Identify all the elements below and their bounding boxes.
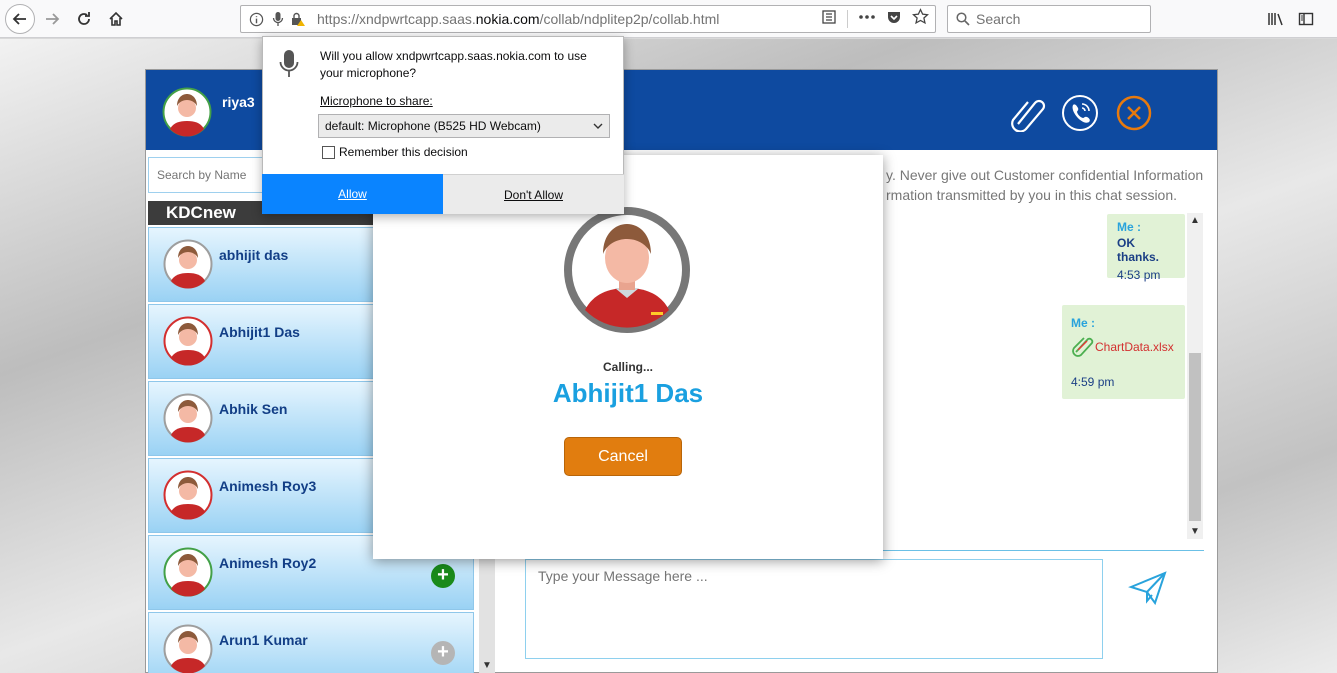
microphone-selected: default: Microphone (B525 HD Webcam) bbox=[325, 119, 541, 133]
callee-name: Abhijit1 Das bbox=[552, 378, 704, 408]
contact-avatar bbox=[163, 393, 213, 443]
audio-call-icon[interactable] bbox=[1061, 94, 1099, 132]
contact-avatar bbox=[163, 624, 213, 673]
contact-name: Animesh Roy2 bbox=[219, 555, 317, 571]
sidebar-toggle-icon[interactable] bbox=[1292, 5, 1320, 33]
message-input[interactable] bbox=[525, 559, 1103, 659]
message-sender: Me : bbox=[1117, 220, 1141, 234]
contact-avatar bbox=[163, 547, 213, 597]
contact-name: abhijit das bbox=[219, 247, 289, 263]
notice-line-2: rmation transmitted by you in this chat … bbox=[886, 187, 1178, 203]
contact-avatar bbox=[163, 239, 213, 289]
contact-name: Abhijit1 Das bbox=[219, 324, 300, 340]
add-contact-button[interactable]: + bbox=[431, 564, 455, 588]
chat-scroll-thumb[interactable] bbox=[1189, 353, 1201, 521]
url-text[interactable]: https://xndpwrtcapp.saas.nokia.com/colla… bbox=[317, 11, 719, 27]
browser-toolbar: https://xndpwrtcapp.saas.nokia.com/colla… bbox=[0, 0, 1337, 38]
remember-checkbox[interactable] bbox=[322, 145, 335, 159]
paperclip-icon bbox=[1071, 333, 1095, 360]
message-text: OK thanks. bbox=[1117, 236, 1160, 264]
permission-question: Will you allow xndpwrtcapp.saas.nokia.co… bbox=[320, 49, 587, 80]
contact-search-input[interactable] bbox=[148, 157, 268, 193]
contact-avatar bbox=[163, 316, 213, 366]
remember-decision[interactable]: Remember this decision bbox=[322, 145, 468, 159]
info-icon[interactable] bbox=[247, 10, 265, 28]
forward-icon[interactable] bbox=[38, 5, 66, 33]
notice-line-1: y. Never give out Customer confidential … bbox=[886, 167, 1204, 183]
search-placeholder: Search bbox=[976, 11, 1021, 27]
remember-label: Remember this decision bbox=[339, 145, 468, 159]
contact-avatar bbox=[163, 470, 213, 520]
contact-name: Animesh Roy3 bbox=[219, 478, 317, 494]
microphone-icon bbox=[279, 49, 299, 79]
back-icon[interactable] bbox=[5, 4, 35, 34]
bookmark-star-icon[interactable] bbox=[912, 8, 929, 30]
allow-button[interactable]: Allow bbox=[262, 174, 443, 214]
add-contact-button[interactable]: + bbox=[431, 641, 455, 665]
calling-dialog: Calling... Abhijit1 Das Cancel bbox=[373, 155, 883, 559]
scroll-up-icon[interactable]: ▲ bbox=[1190, 215, 1200, 226]
pocket-icon[interactable] bbox=[886, 9, 902, 30]
contact-item[interactable]: Arun1 Kumar + bbox=[148, 612, 474, 673]
attach-icon[interactable] bbox=[1008, 94, 1046, 133]
home-icon[interactable] bbox=[102, 5, 130, 33]
chat-scrollbar[interactable]: ▲ ▼ bbox=[1187, 213, 1203, 539]
chat-notice: y. Never give out Customer confidential … bbox=[886, 165, 1216, 205]
close-icon[interactable] bbox=[1115, 94, 1153, 132]
user-name: riya3 bbox=[222, 94, 255, 110]
user-avatar bbox=[162, 87, 212, 137]
reader-view-icon[interactable] bbox=[821, 9, 837, 30]
url-divider bbox=[847, 10, 848, 28]
search-bar[interactable]: Search bbox=[947, 5, 1151, 33]
message-bubble: Me : ChartData.xlsx 4:59 pm bbox=[1062, 305, 1185, 399]
contact-name: Abhik Sen bbox=[219, 401, 288, 417]
microphone-permission-popup: Will you allow xndpwrtcapp.saas.nokia.co… bbox=[262, 36, 624, 214]
attachment-name[interactable]: ChartData.xlsx bbox=[1095, 340, 1174, 354]
microphone-icon[interactable] bbox=[269, 10, 287, 28]
url-bar[interactable]: https://xndpwrtcapp.saas.nokia.com/colla… bbox=[240, 5, 936, 33]
permission-buttons: Allow Don't Allow bbox=[262, 174, 624, 214]
page-actions-icon[interactable] bbox=[858, 9, 876, 30]
cancel-call-button[interactable]: Cancel bbox=[564, 437, 682, 476]
callee-avatar bbox=[563, 206, 691, 334]
microphone-label: Microphone to share: bbox=[320, 94, 433, 108]
call-status: Calling... bbox=[602, 360, 653, 374]
insecure-lock-icon[interactable] bbox=[289, 10, 307, 28]
message-sender: Me : bbox=[1071, 316, 1095, 330]
contact-name: Arun1 Kumar bbox=[219, 632, 308, 648]
message-time: 4:59 pm bbox=[1071, 375, 1115, 389]
library-icon[interactable] bbox=[1262, 5, 1290, 33]
microphone-select[interactable]: default: Microphone (B525 HD Webcam) bbox=[318, 114, 610, 138]
message-time: 4:53 pm bbox=[1117, 268, 1161, 282]
scroll-down-icon[interactable]: ▼ bbox=[482, 660, 492, 671]
send-icon[interactable] bbox=[1128, 570, 1168, 606]
reload-icon[interactable] bbox=[70, 5, 98, 33]
search-icon bbox=[956, 12, 970, 26]
attachment-link[interactable]: ChartData.xlsx bbox=[1071, 333, 1176, 360]
dont-allow-button[interactable]: Don't Allow bbox=[443, 174, 624, 214]
chevron-down-icon bbox=[593, 115, 603, 146]
scroll-down-icon[interactable]: ▼ bbox=[1190, 526, 1200, 537]
message-bubble: Me : OK thanks. 4:53 pm bbox=[1107, 214, 1185, 282]
